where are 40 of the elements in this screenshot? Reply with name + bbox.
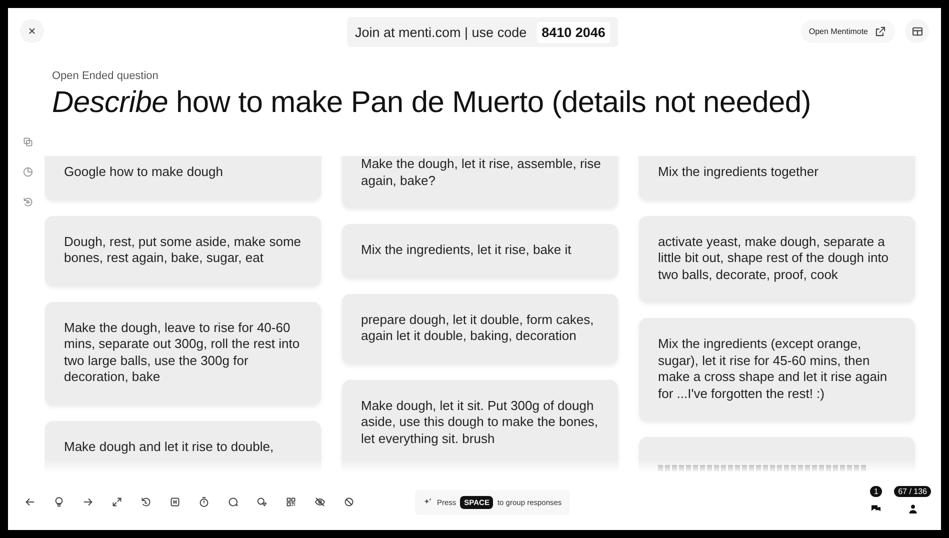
open-mentimote-button[interactable]: Open Mentimote — [800, 20, 895, 42]
participant-count-badge: 67 / 136 — [894, 486, 931, 496]
response-text: prepare dough, let it double, form cakes, again let it double, baking, decoration — [361, 312, 595, 344]
history-icon — [22, 196, 34, 208]
hide-icon — [314, 496, 326, 508]
reset-icon — [140, 496, 152, 508]
block-icon — [343, 496, 355, 508]
person-icon — [906, 502, 919, 514]
forward-arrow-icon — [82, 496, 94, 508]
comment-count-badge: 1 — [870, 486, 882, 496]
response-text: Make dough and let it rise to double, — [64, 438, 275, 455]
reactions-icon — [256, 496, 268, 508]
close-icon — [26, 25, 38, 37]
external-link-icon — [874, 24, 887, 38]
response-text: Mix the ingredients, let it rise, bake it — [361, 242, 572, 258]
qr-code-icon — [285, 496, 297, 508]
join-code: 8410 2046 — [536, 22, 610, 42]
comment-icon — [227, 496, 239, 508]
copy-icon — [22, 136, 34, 148]
response-text: Google how to make dough — [64, 164, 224, 180]
response-text: Mix the ingredients (except orange, sugar), let it rise for 45-60 mins, then make a cross shape and let it rise again for ...I've forgotten the rest! :) — [658, 336, 888, 402]
response-text: Mix the ingredients together — [658, 164, 820, 180]
question-type-label: Open Ended question — [52, 70, 160, 82]
sparkle-icon — [423, 497, 433, 507]
layout-button[interactable] — [905, 19, 929, 43]
join-instructions: Join at menti.com | use code — [355, 24, 527, 40]
layout-icon — [910, 24, 924, 38]
response-text: activate yeast, make dough, separate a little bit out, shape rest of the dough into two balls, decorate, proof, cook — [658, 234, 890, 283]
response-text: Make the dough, let it rise, assemble, rise again, bake? — [361, 156, 602, 189]
question-title: Describe how to make Pan de Muerto (details not needed) — [52, 86, 812, 120]
response-text: Dough, rest, put some aside, make some bones, rest again, bake, sugar, eat — [64, 234, 302, 266]
expand-icon — [111, 496, 123, 508]
response-text: Make the dough, leave to rise for 40-60 mins, separate out 300g, roll the rest into two large balls, use the 300g for decoration, bake — [64, 320, 301, 386]
hotkey-icon — [169, 496, 181, 508]
timer-icon — [22, 166, 34, 178]
stopwatch-icon — [198, 496, 210, 508]
lightbulb-icon — [53, 496, 65, 508]
back-arrow-icon — [24, 496, 36, 508]
response-text: Make dough, let it sit. Put 300g of dough aside, use this dough to make the bones, let everything sit. brush — [361, 398, 600, 447]
close-button[interactable] — [20, 19, 44, 43]
